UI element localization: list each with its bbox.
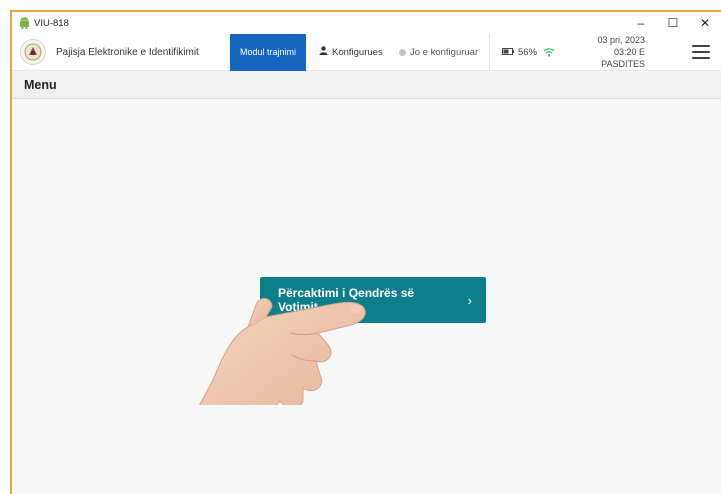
header-divider xyxy=(489,33,490,71)
configurator-label: Konfigurues xyxy=(332,46,383,58)
pointing-hand-image xyxy=(168,205,368,446)
menu-header: Menu xyxy=(12,72,721,99)
configuration-status: Jo e konfiguruar xyxy=(399,47,481,58)
current-date: 03 pri, 2023 xyxy=(597,35,646,45)
training-mode-button[interactable]: Modul trajnimi xyxy=(230,33,306,71)
window-titlebar: VIU-818 – ☐ ✕ xyxy=(12,12,721,34)
status-dot-icon xyxy=(399,48,406,56)
window-title: VIU-818 xyxy=(34,17,69,29)
wifi-icon xyxy=(543,47,555,57)
date-time: 03 pri, 2023 03:20 E PASDITES xyxy=(571,34,645,70)
emblem-logo xyxy=(20,39,46,65)
window-controls: – ☐ ✕ xyxy=(625,12,721,34)
app-header: Pajisja Elektronike e Identifikimit Modu… xyxy=(12,33,721,71)
app-title: Pajisja Elektronike e Identifikimit xyxy=(56,46,199,58)
android-icon xyxy=(18,17,30,29)
hamburger-menu-icon[interactable] xyxy=(691,43,711,61)
page-title: Menu xyxy=(24,78,57,92)
minimize-button[interactable]: – xyxy=(625,12,657,34)
maximize-button[interactable]: ☐ xyxy=(657,12,689,34)
chevron-right-icon: › xyxy=(467,292,472,308)
configurator-button[interactable]: Konfigurues xyxy=(319,46,389,58)
user-icon xyxy=(319,46,328,58)
current-time: 03:20 E PASDITES xyxy=(601,47,646,69)
close-button[interactable]: ✕ xyxy=(689,12,721,34)
battery-level: 56% xyxy=(518,46,538,58)
battery-status: 56% xyxy=(502,47,537,58)
configuration-status-label: Jo e konfiguruar xyxy=(410,46,479,58)
battery-icon xyxy=(502,47,514,58)
